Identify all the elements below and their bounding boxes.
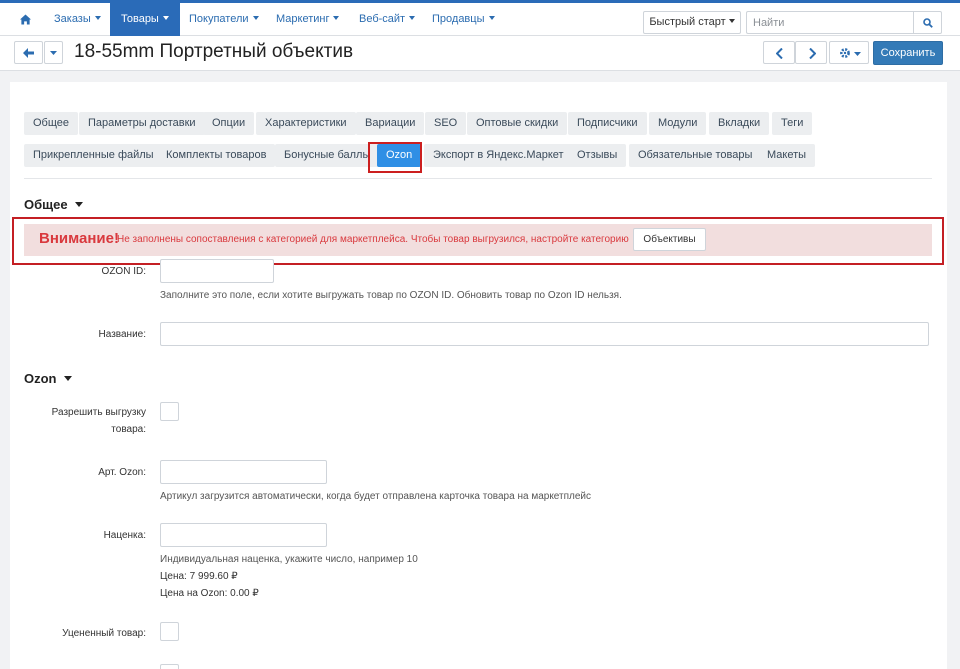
chevron-down-icon <box>488 16 495 20</box>
tab-product-bundles[interactable]: Комплекты товаров <box>157 144 276 167</box>
section-title-general[interactable]: Общее <box>24 197 83 212</box>
save-button[interactable]: Сохранить <box>873 41 943 65</box>
tab-features[interactable]: Характеристики <box>256 112 356 135</box>
tab-modules[interactable]: Модули <box>649 112 707 135</box>
discounted-label: Уцененный товар: <box>62 628 146 639</box>
discounted-checkbox[interactable] <box>160 622 179 641</box>
tab-tags[interactable]: Теги <box>772 112 813 135</box>
settings-dropdown-button[interactable] <box>829 41 869 64</box>
tab-variations[interactable]: Вариации <box>356 112 425 135</box>
ozon-id-input[interactable] <box>160 259 274 283</box>
tab-layouts[interactable]: Макеты <box>758 144 816 167</box>
chevron-down-icon <box>409 16 416 20</box>
chevron-down-icon <box>333 16 340 20</box>
tab-wholesale-discounts[interactable]: Оптовые скидки <box>467 112 568 135</box>
chevron-down-icon <box>94 16 101 20</box>
chevron-down-icon <box>854 52 861 56</box>
tab-reviews[interactable]: Отзывы <box>568 144 627 167</box>
tab-bonus-points[interactable]: Бонусные баллы <box>275 144 380 167</box>
tab-attached-files[interactable]: Прикрепленные файлы <box>24 144 163 167</box>
nav-item-customers[interactable]: Покупатели <box>189 3 259 36</box>
tab-tabs[interactable]: Вкладки <box>709 112 770 135</box>
price-text: Цена: 7 999.60 ₽ <box>160 571 238 582</box>
allow-export-label: Разрешить выгрузку товара: <box>51 407 146 435</box>
previous-product-button[interactable] <box>763 41 795 64</box>
alert-highlight <box>12 217 944 265</box>
name-input[interactable] <box>160 322 929 346</box>
tab-seo[interactable]: SEO <box>425 112 467 135</box>
article-label: Арт. Ozon: <box>98 467 146 478</box>
tab-required-products[interactable]: Обязательные товары <box>629 144 762 167</box>
chevron-down-icon <box>728 19 735 23</box>
tab-options[interactable]: Опции <box>203 112 255 135</box>
chevron-down-icon <box>252 16 259 20</box>
nav-item-products[interactable]: Товары <box>110 3 180 36</box>
section-title-ozon[interactable]: Ozon <box>24 371 72 386</box>
tab-general[interactable]: Общее <box>24 112 79 135</box>
product-toolbar: 18-55mm Портретный объектив Сохранить <box>0 36 960 71</box>
ozon-price-text: Цена на Ozon: 0.00 ₽ <box>160 588 259 599</box>
main-panel <box>10 82 947 669</box>
next-field-checkbox[interactable] <box>160 664 179 669</box>
nav-item-orders[interactable]: Заказы <box>54 3 101 36</box>
nav-item-vendors[interactable]: Продавцы <box>432 3 495 36</box>
chevron-left-icon <box>776 48 783 59</box>
article-input[interactable] <box>160 460 327 484</box>
back-button[interactable] <box>14 41 43 64</box>
search-input[interactable] <box>746 11 914 34</box>
ozon-id-hint: Заполните это поле, если хотите выгружат… <box>160 290 622 301</box>
chevron-down-icon <box>162 16 169 20</box>
tabs-divider <box>24 178 932 179</box>
article-hint: Артикул загрузится автоматически, когда … <box>160 491 592 502</box>
ozon-id-label: OZON ID: <box>101 266 146 277</box>
page-title: 18-55mm Портретный объектив <box>74 41 354 62</box>
nav-item-marketing[interactable]: Маркетинг <box>276 3 340 36</box>
markup-label: Наценка: <box>103 530 146 541</box>
markup-hint: Индивидуальная наценка, укажите число, н… <box>160 554 418 565</box>
chevron-right-icon <box>809 48 816 59</box>
home-icon[interactable] <box>20 14 31 25</box>
chevron-down-icon <box>50 51 57 55</box>
allow-export-checkbox[interactable] <box>160 402 179 421</box>
tab-subscribers[interactable]: Подписчики <box>568 112 647 135</box>
search-button[interactable] <box>913 11 942 34</box>
markup-input[interactable] <box>160 523 327 547</box>
nav-item-website[interactable]: Веб-сайт <box>359 3 416 36</box>
search-icon <box>923 18 933 28</box>
tab-yandex-market-export[interactable]: Экспорт в Яндекс.Маркет <box>424 144 573 167</box>
top-navbar: Заказы Товары Покупатели Маркетинг Веб-с… <box>0 0 960 36</box>
arrow-left-icon <box>23 48 34 58</box>
chevron-down-icon <box>63 376 72 381</box>
quick-start-button[interactable]: Быстрый старт <box>643 11 741 34</box>
name-label: Название: <box>98 329 146 340</box>
tab-ozon-highlight <box>368 142 422 173</box>
tab-shipping-params[interactable]: Параметры доставки <box>79 112 205 135</box>
chevron-down-icon <box>74 202 83 207</box>
history-dropdown-button[interactable] <box>44 41 63 64</box>
next-product-button[interactable] <box>795 41 827 64</box>
gear-icon <box>840 48 850 58</box>
